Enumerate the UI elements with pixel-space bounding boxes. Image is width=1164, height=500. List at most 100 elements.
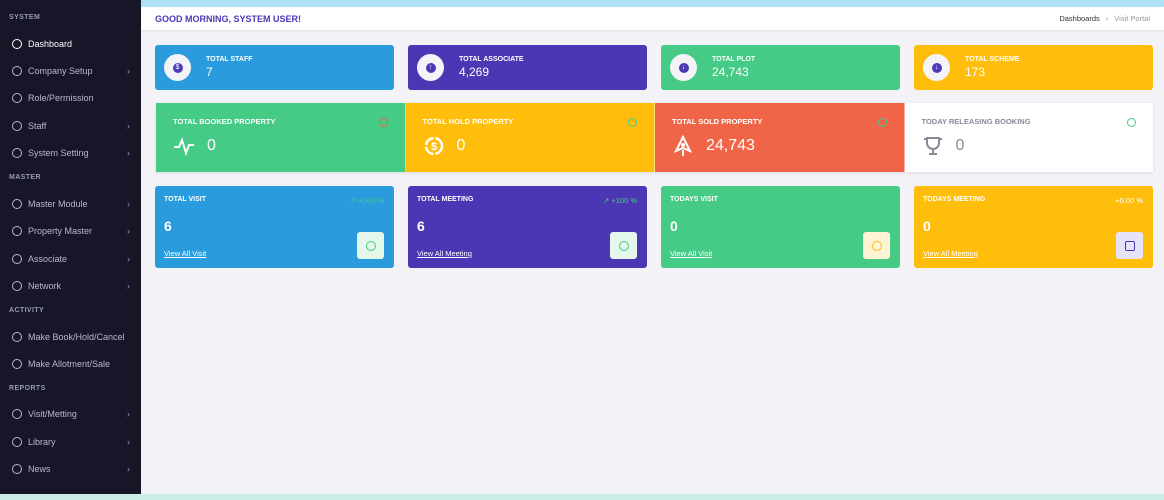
card-value: 0	[670, 218, 678, 234]
sidebar-section-master: MASTER	[9, 174, 41, 181]
change-percent: ↗ +100 %	[349, 196, 384, 205]
top-strip	[141, 0, 1164, 7]
sidebar-item-make-book-hold-cancel[interactable]: Make Book/Hold/Cancel	[12, 328, 130, 346]
visit-card-todays-meeting: TODAYS MEETING +0.00 % 0 View All Meetin…	[914, 186, 1153, 268]
card-value: 6	[164, 218, 172, 234]
card-value: 0	[955, 137, 965, 154]
sidebar-item-label: Associate	[28, 254, 68, 264]
card-title: TODAYS MEETING	[923, 196, 986, 203]
chevron-right-icon: ›	[127, 281, 130, 291]
trend-down-icon	[378, 118, 388, 127]
sidebar-item-label: Network	[28, 281, 62, 291]
sidebar-item-associate[interactable]: Associate ›	[12, 250, 130, 268]
page-header: GOOD MORNING, SYSTEM USER! Dashboards › Vi…	[141, 7, 1164, 30]
chevron-right-icon: ›	[127, 464, 130, 474]
trend-up-icon	[628, 118, 637, 127]
user-circle-icon	[12, 66, 22, 76]
stat-icon: ↓	[923, 54, 950, 81]
user-circle-icon	[863, 232, 890, 259]
card-value: 4,269	[459, 65, 490, 79]
sidebar-item-label: Make Book/Hold/Cancel	[28, 332, 125, 342]
trophy-icon	[923, 137, 942, 155]
sidebar-item-label: Property Master	[28, 226, 93, 236]
sidebar-item-label: Dashboard	[28, 39, 73, 49]
sidebar-item-news[interactable]: News ›	[12, 460, 130, 478]
chevron-right-icon: ›	[127, 437, 130, 447]
sidebar: SYSTEM Dashboard Company Setup › Role/Permis…	[0, 0, 141, 500]
card-title: TODAY RELEASING BOOKING	[921, 117, 1031, 126]
sidebar-item-role-permission[interactable]: Role/Permission	[12, 89, 130, 107]
visit-card-total-meeting: TOTAL MEETING ↗ +100 % 6 View All Meetin…	[408, 186, 647, 268]
card-title: TOTAL SCHEME	[965, 56, 1020, 63]
property-card-total-sold-property[interactable]: TOTAL SOLD PROPERTY 24,743	[655, 103, 905, 172]
card-value: 0	[207, 137, 216, 154]
view-all-link[interactable]: View All Meeting	[923, 249, 978, 258]
chevron-right-icon: ›	[127, 409, 130, 419]
summary-card-total-associate[interactable]: ↑ TOTAL ASSOCIATE 4,269	[408, 45, 647, 90]
card-value: 0	[923, 218, 931, 234]
layers-icon	[12, 148, 22, 158]
sidebar-item-make-allotment-sale[interactable]: Make Allotment/Sale	[12, 355, 130, 373]
card-value: 24,743	[706, 137, 755, 154]
card-value: 0	[456, 137, 466, 154]
summary-card-total-staff[interactable]: $ TOTAL STAFF 7	[155, 45, 394, 90]
card-title: TODAYS VISIT	[670, 196, 718, 203]
sidebar-item-dashboard[interactable]: Dashboard	[12, 35, 130, 53]
compass-icon	[12, 437, 22, 447]
card-value: 173	[965, 65, 986, 79]
sidebar-item-library[interactable]: Library ›	[12, 433, 130, 451]
sidebar-section-system: SYSTEM	[9, 14, 41, 21]
change-percent: +0.00 %	[1115, 196, 1143, 205]
property-summary-row: TOTAL BOOKED PROPERTY 0 TOTAL HOLD PROPE…	[156, 103, 1153, 172]
summary-card-total-plot[interactable]: ↓ TOTAL PLOT 24,743	[661, 45, 900, 90]
user-minus-icon	[12, 93, 22, 103]
view-all-link[interactable]: View All Visit	[164, 249, 206, 258]
sidebar-item-company-setup[interactable]: Company Setup ›	[12, 62, 130, 80]
view-all-link[interactable]: View All Meeting	[417, 249, 472, 258]
sidebar-item-label: Make Allotment/Sale	[28, 359, 111, 369]
breadcrumb: Dashboards › Visit Portal	[1059, 14, 1150, 23]
trend-up-icon	[1127, 118, 1136, 127]
sidebar-item-label: Company Setup	[28, 66, 93, 76]
card-value: 24,743	[712, 65, 749, 79]
dollar-icon	[357, 232, 384, 259]
sidebar-item-label: Role/Permission	[28, 93, 94, 103]
sidebar-item-staff[interactable]: Staff ›	[12, 117, 130, 135]
view-all-link[interactable]: View All Visit	[670, 249, 712, 258]
sidebar-item-label: System Setting	[28, 148, 89, 158]
trend-up-icon	[877, 118, 887, 127]
sidebar-item-system-setting[interactable]: System Setting ›	[12, 144, 130, 162]
sidebar-section-activity: ACTIVITY	[9, 307, 45, 314]
property-card-total-booked-property[interactable]: TOTAL BOOKED PROPERTY 0	[156, 103, 406, 172]
shopping-bag-icon	[610, 232, 637, 259]
steering-icon	[12, 409, 22, 419]
user-circle-icon	[12, 199, 22, 209]
summary-card-total-scheme[interactable]: ↓ TOTAL SCHEME 173	[914, 45, 1153, 90]
sidebar-item-network[interactable]: Network ›	[12, 277, 130, 295]
card-title: TOTAL BOOKED PROPERTY	[173, 117, 276, 126]
circle-icon	[12, 332, 22, 342]
breadcrumb-dashboards[interactable]: Dashboards	[1059, 14, 1099, 23]
property-card-today-releasing-booking[interactable]: TODAY RELEASING BOOKING 0	[904, 103, 1153, 172]
stat-icon: $	[164, 54, 191, 81]
property-card-total-hold-property[interactable]: TOTAL HOLD PROPERTY $0	[405, 103, 655, 172]
sidebar-item-master-module[interactable]: Master Module ›	[12, 195, 130, 213]
sidebar-section-reports: REPORTS	[9, 385, 46, 392]
breadcrumb-separator: ›	[1105, 14, 1109, 23]
stat-icon: ↑	[417, 54, 444, 81]
card-title: TOTAL HOLD PROPERTY	[422, 117, 514, 126]
greeting: GOOD MORNING, SYSTEM USER!	[155, 13, 302, 24]
change-percent: ↗ +100 %	[602, 196, 637, 205]
sidebar-item-label: Visit/Metting	[28, 409, 77, 419]
dollar-refresh-icon: $	[424, 136, 443, 156]
user-icon	[12, 121, 22, 131]
card-value: 7	[206, 65, 213, 79]
bottom-strip	[0, 494, 1164, 500]
sidebar-item-visit-metting[interactable]: Visit/Metting ›	[12, 405, 130, 423]
card-title: TOTAL PLOT	[712, 56, 756, 63]
sidebar-item-property-master[interactable]: Property Master ›	[12, 222, 130, 240]
svg-text:$: $	[430, 141, 436, 153]
chevron-right-icon: ›	[127, 254, 130, 264]
stat-icon: ↓	[670, 54, 697, 81]
chevron-right-icon: ›	[127, 66, 130, 76]
